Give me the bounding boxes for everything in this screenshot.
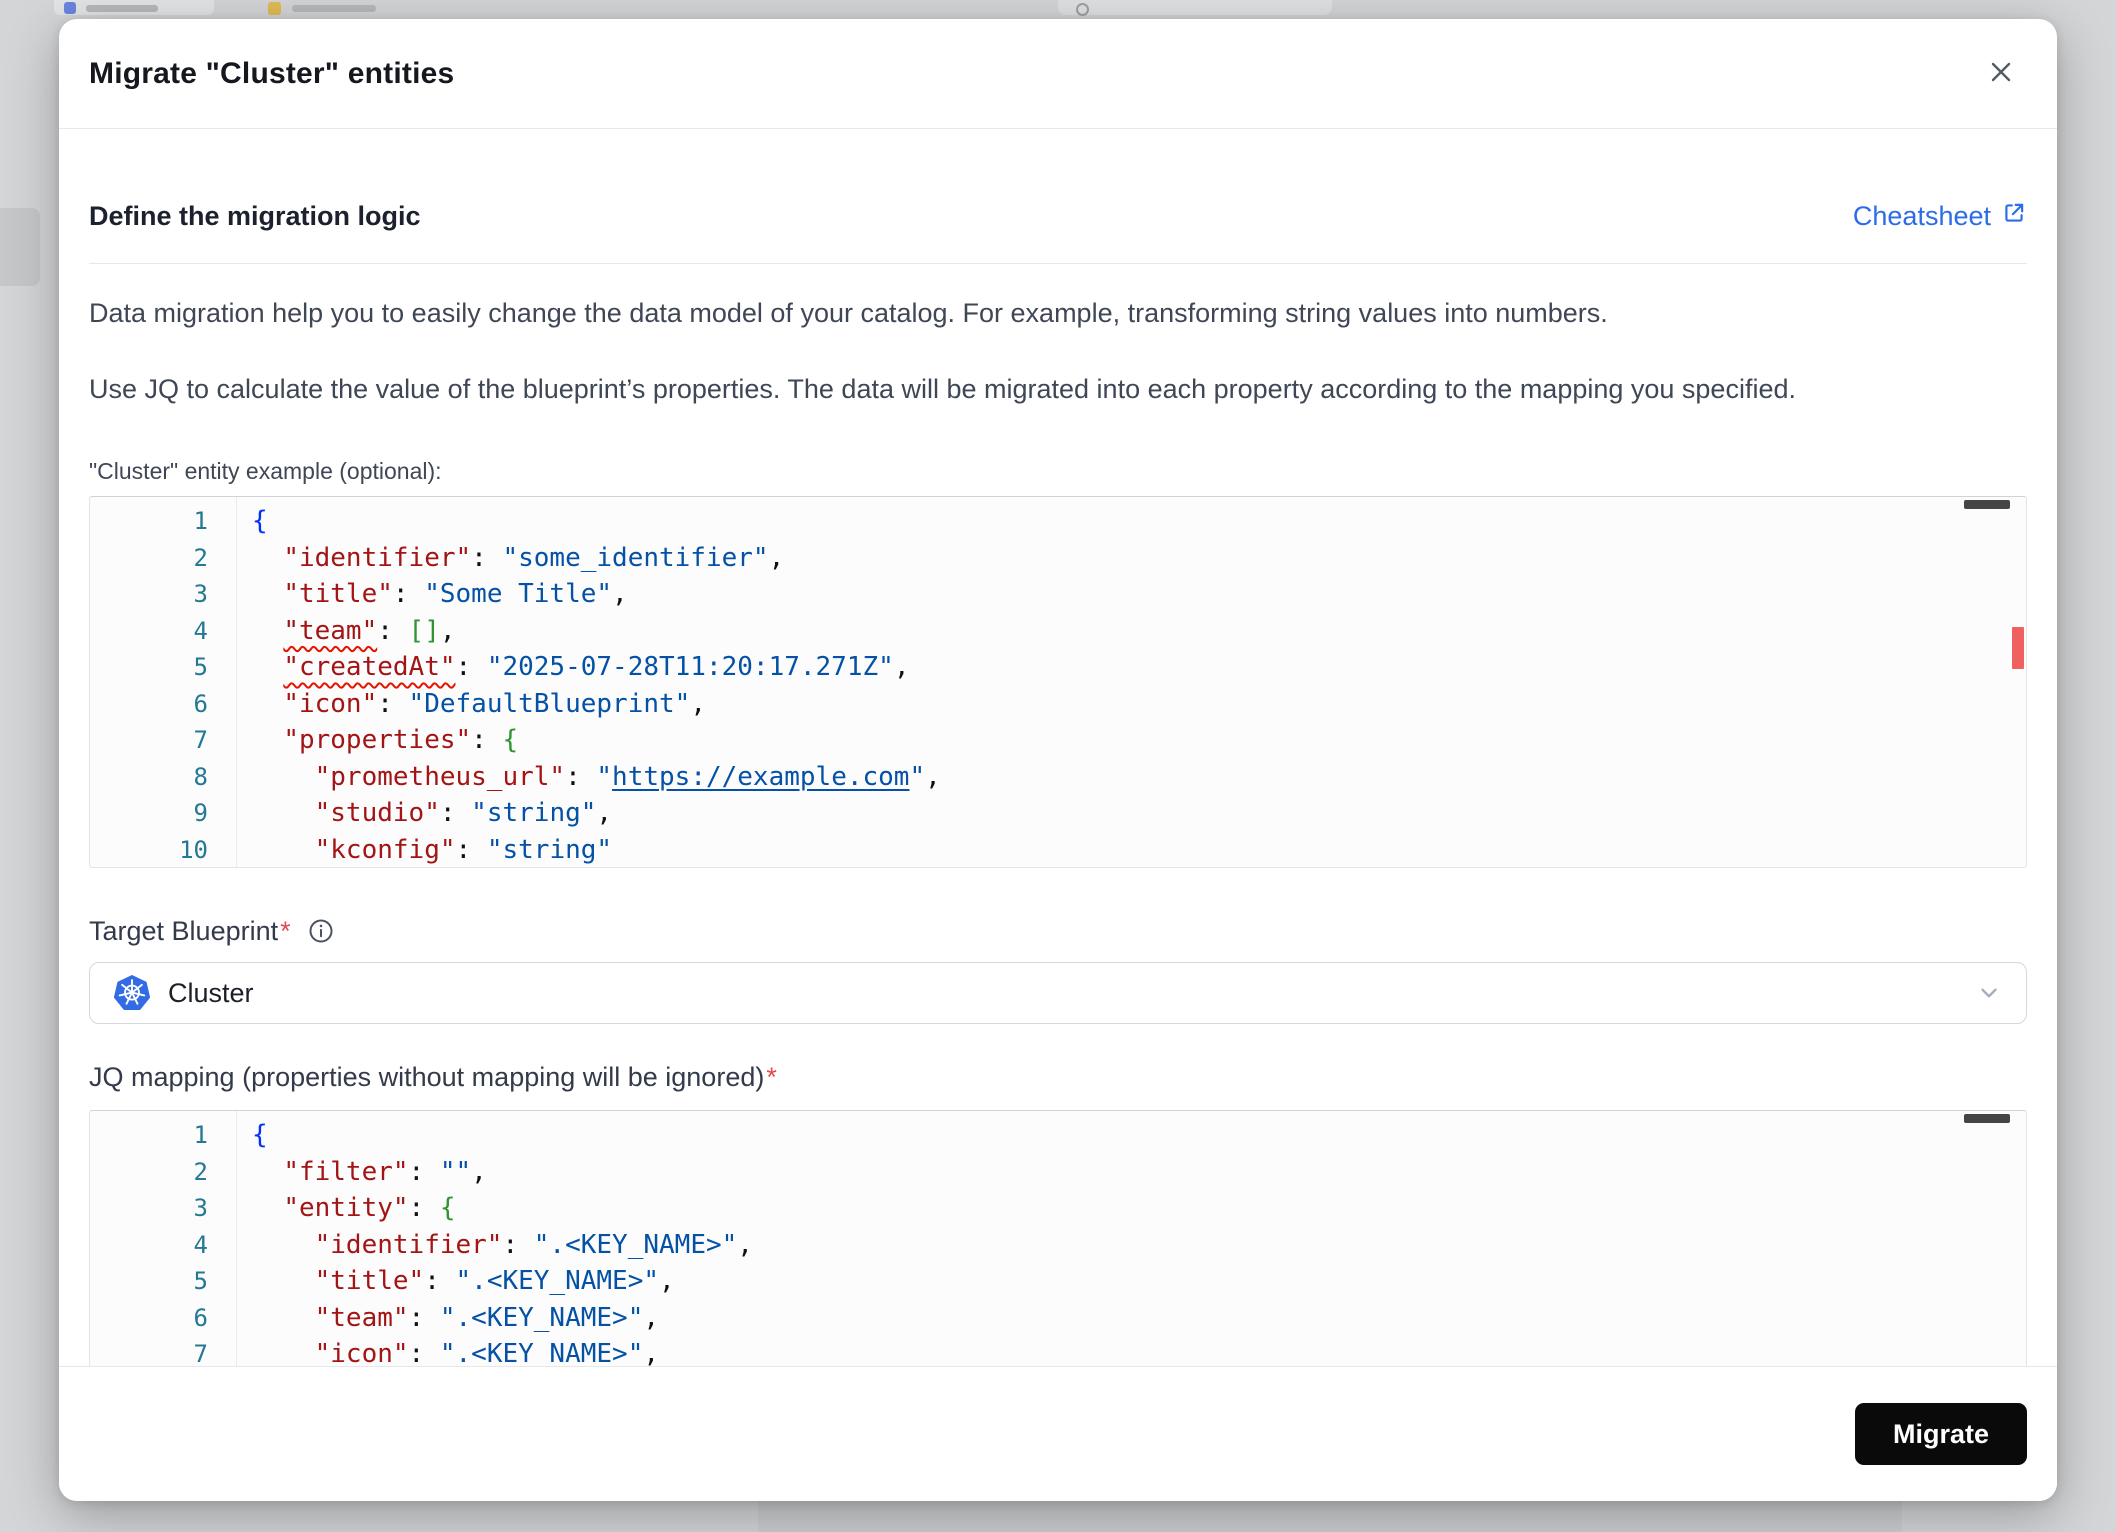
line-number: 7 xyxy=(193,1340,208,1366)
line-number: 6 xyxy=(193,689,208,718)
target-blueprint-select[interactable]: Cluster xyxy=(89,962,2027,1024)
background-app-logo-icon xyxy=(64,2,76,14)
code-line-text: "prometheus_url": "https://example.com", xyxy=(314,761,941,792)
description-paragraph-2: Use JQ to calculate the value of the blu… xyxy=(89,374,1796,404)
background-side-panel xyxy=(0,208,40,286)
code-line-text: "icon": ".<KEY_NAME>", xyxy=(314,1339,660,1366)
section-heading: Define the migration logic xyxy=(89,200,421,231)
code-line: 2 "filter": "", xyxy=(90,1154,2026,1191)
code-line: 7 "properties": { xyxy=(90,722,2026,759)
modal-footer: Migrate xyxy=(59,1366,2057,1501)
modal-header: Migrate "Cluster" entities xyxy=(59,19,2057,129)
target-blueprint-label: Target Blueprint xyxy=(89,915,279,946)
line-number: 1 xyxy=(193,1121,208,1149)
code-line-text: "title": "Some Title", xyxy=(283,579,628,609)
required-asterisk: * xyxy=(766,1061,777,1092)
close-icon xyxy=(1985,56,2017,91)
line-number: 8 xyxy=(193,762,208,791)
code-line: 1{ xyxy=(90,1117,2026,1154)
code-line-text: "studio": "string", xyxy=(314,798,613,828)
modal-body: Define the migration logic Cheatsheet Da… xyxy=(59,129,2057,1366)
code-line-text: "title": ".<KEY_NAME>", xyxy=(314,1266,675,1296)
search-icon xyxy=(1076,3,1089,16)
code-line-text: "entity": { xyxy=(283,1193,456,1223)
kubernetes-icon xyxy=(114,975,150,1011)
code-line-text: "kconfig": "string" xyxy=(314,834,613,865)
line-number: 2 xyxy=(193,1157,208,1186)
target-blueprint-value: Cluster xyxy=(168,977,254,1008)
divider xyxy=(89,263,2027,264)
code-line: 9 "studio": "string", xyxy=(90,795,2026,832)
line-number: 6 xyxy=(193,1303,208,1332)
entity-example-label: "Cluster" entity example (optional): xyxy=(89,458,442,484)
modal-title: Migrate "Cluster" entities xyxy=(89,56,455,90)
line-number: 1 xyxy=(193,507,208,535)
line-number: 5 xyxy=(193,1267,208,1295)
background-content xyxy=(758,1501,1902,1532)
code-line: 3 "title": "Some Title", xyxy=(90,576,2026,613)
required-asterisk: * xyxy=(280,915,291,946)
line-number: 4 xyxy=(193,616,208,645)
close-button[interactable] xyxy=(1979,50,2023,97)
code-line: 5 "createdAt": "2025-07-28T11:20:17.271Z… xyxy=(90,649,2026,686)
chevron-down-icon xyxy=(1976,980,2002,1006)
code-line: 10 "kconfig": "string" xyxy=(90,832,2026,868)
background-star-icon xyxy=(268,2,281,15)
code-line: 6 "team": ".<KEY_NAME>", xyxy=(90,1300,2026,1337)
background-tab-text xyxy=(292,5,376,12)
line-number: 7 xyxy=(193,726,208,754)
code-line: 1{ xyxy=(90,503,2026,540)
code-line-text: "identifier": "some_identifier", xyxy=(283,542,785,573)
code-line-text: "createdAt": "2025-07-28T11:20:17.271Z", xyxy=(283,652,910,682)
cheatsheet-link[interactable]: Cheatsheet xyxy=(1853,200,2027,233)
code-line-text: "team": [], xyxy=(283,615,456,646)
migrate-button[interactable]: Migrate xyxy=(1854,1403,2027,1465)
code-line-text: { xyxy=(252,506,268,536)
line-number: 9 xyxy=(193,799,208,827)
jq-mapping-editor[interactable]: 1{2 "filter": "", 3 "entity": {4 "identif… xyxy=(89,1110,2027,1366)
description-paragraph-1: Data migration help you to easily change… xyxy=(89,298,1608,328)
target-blueprint-label-row: Target Blueprint * xyxy=(89,914,2027,948)
line-number: 5 xyxy=(193,653,208,681)
cheatsheet-label: Cheatsheet xyxy=(1852,200,1991,231)
line-number: 2 xyxy=(193,543,208,572)
jq-mapping-label: JQ mapping (properties without mapping w… xyxy=(89,1061,765,1092)
code-line: 6 "icon": "DefaultBlueprint", xyxy=(90,686,2026,723)
background-search-bar xyxy=(1058,0,1332,15)
code-line: 5 "title": ".<KEY_NAME>", xyxy=(90,1263,2026,1300)
code-line: 3 "entity": { xyxy=(90,1190,2026,1227)
code-line: 2 "identifier": "some_identifier", xyxy=(90,540,2026,577)
jq-mapping-label-row: JQ mapping (properties without mapping w… xyxy=(89,1060,2027,1094)
entity-example-editor[interactable]: 1{2 "identifier": "some_identifier", 3 "t… xyxy=(89,496,2027,868)
section-header-row: Define the migration logic Cheatsheet xyxy=(89,199,2027,233)
code-line: 4 "team": [], xyxy=(90,613,2026,650)
code-line-text: "properties": { xyxy=(283,725,519,755)
line-number: 4 xyxy=(193,1230,208,1259)
code-line: 7 "icon": ".<KEY_NAME>", xyxy=(90,1336,2026,1366)
code-line: 4 "identifier": ".<KEY_NAME>", xyxy=(90,1227,2026,1264)
line-number: 3 xyxy=(193,1194,208,1222)
code-line-text: "icon": "DefaultBlueprint", xyxy=(283,688,706,719)
external-link-icon xyxy=(2001,200,2027,233)
code-line-text: "identifier": ".<KEY_NAME>", xyxy=(314,1229,753,1260)
line-number: 10 xyxy=(179,835,208,864)
info-icon[interactable] xyxy=(307,917,335,945)
line-number: 3 xyxy=(193,580,208,608)
code-line: 8 "prometheus_url": "https://example.com… xyxy=(90,759,2026,796)
migrate-entities-modal: Migrate "Cluster" entities Define the mi… xyxy=(59,19,2057,1501)
code-line-text: "team": ".<KEY_NAME>", xyxy=(314,1302,660,1333)
code-line-text: { xyxy=(252,1120,268,1150)
code-line-text: "filter": "", xyxy=(283,1156,487,1187)
background-tab-text xyxy=(86,5,158,12)
